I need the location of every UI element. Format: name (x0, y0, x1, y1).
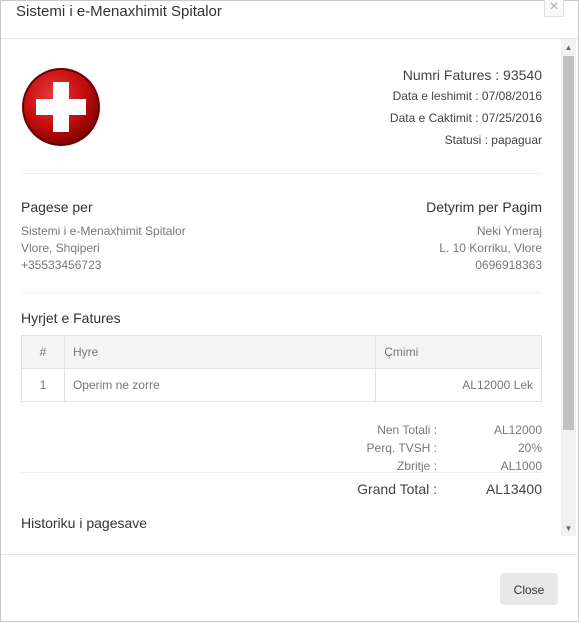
arrow-up-icon[interactable]: ▲ (561, 41, 576, 55)
subtotal-value: AL12000 (493, 423, 542, 437)
invoice-status: Statusi : papaguar (444, 133, 542, 147)
bill-to-line: L. 10 Korriku, Vlore (439, 241, 542, 255)
vat-value: 20% (517, 441, 542, 455)
due-date: Data e Caktimit : 07/25/2016 (389, 111, 542, 125)
row-price: AL12000 Lek (375, 368, 542, 402)
modal-title: Sistemi i e-Menaxhimit Spitalor (16, 3, 222, 20)
invoice-header-info: Numri Fatures : 93540 Data e leshimit : … (390, 67, 542, 155)
invoice-items-table: # Hyre Çmimi 1 Operim ne zorre AL12000 L… (21, 335, 542, 402)
bill-to-line: 0696918363 (475, 258, 542, 272)
subtotal-row: Nen Totali : AL12000 (332, 421, 542, 439)
bill-to-block: Detyrim per Pagim Neki Ymeraj L. 10 Korr… (426, 199, 542, 274)
grand-total-row: Grand Total : AL13400 (21, 472, 542, 502)
payment-to-line: Vlore, Shqiperi (21, 241, 100, 255)
arrow-down-icon[interactable]: ▼ (561, 522, 576, 536)
row-item: Operim ne zorre (63, 368, 377, 402)
items-section-title: Hyrjet e Fatures (21, 310, 121, 326)
divider (21, 173, 542, 174)
close-button[interactable]: Close (500, 573, 558, 605)
payment-to-block: Pagese per Sistemi i e-Menaxhimit Spital… (21, 199, 186, 274)
vat-label: Perq. TVSH : (366, 441, 437, 455)
red-cross-icon (22, 68, 100, 146)
vertical-scrollbar[interactable]: ▲ ▼ (561, 39, 576, 536)
modal-header: Sistemi i e-Menaxhimit Spitalor × (1, 0, 578, 39)
bill-to-line: Neki Ymeraj (476, 224, 542, 238)
issue-date: Data e leshimit : 07/08/2016 (392, 89, 542, 103)
modal-footer: Close (1, 554, 578, 622)
modal-body: Numri Fatures : 93540 Data e leshimit : … (1, 39, 578, 553)
scrollbar-thumb[interactable] (563, 56, 574, 430)
bill-to-title: Detyrim per Pagim (426, 199, 542, 215)
grand-total-value: AL13400 (485, 481, 542, 497)
invoice-modal: Sistemi i e-Menaxhimit Spitalor × Numri … (0, 0, 579, 622)
subtotal-label: Nen Totali : (377, 423, 437, 437)
payment-history-title: Historiku i pagesave (21, 515, 148, 531)
close-icon[interactable]: × (544, 0, 564, 17)
invoice-number: Numri Fatures : 93540 (402, 67, 542, 83)
payment-to-line: Sistemi i e-Menaxhimit Spitalor (21, 224, 186, 238)
vat-row: Perq. TVSH : 20% (332, 439, 542, 457)
divider (21, 292, 542, 293)
payment-to-title: Pagese per (21, 199, 93, 215)
grand-total-label: Grand Total : (357, 481, 437, 497)
row-number: 1 (21, 368, 65, 402)
table-row: 1 Operim ne zorre AL12000 Lek (21, 368, 542, 402)
totals-block: Nen Totali : AL12000 Perq. TVSH : 20% Zb… (332, 421, 542, 475)
table-header-row: # Hyre Çmimi (21, 335, 542, 369)
payment-to-line: +35533456723 (21, 258, 102, 272)
column-header-price: Çmimi (375, 335, 542, 369)
column-header-number: # (21, 335, 65, 369)
column-header-item: Hyre (63, 335, 377, 369)
